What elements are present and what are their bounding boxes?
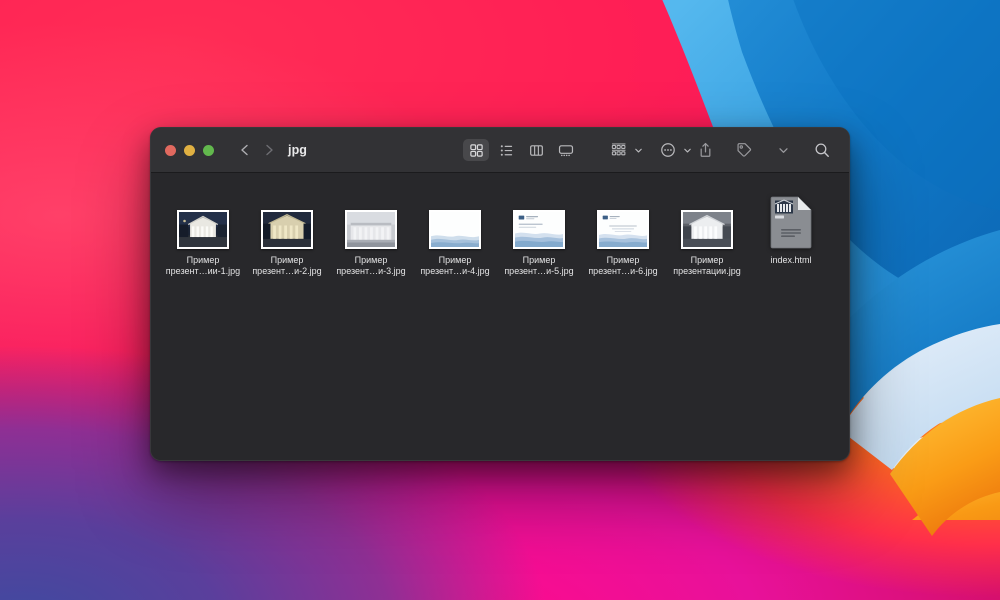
file-label: Пример презент…и-3.jpg xyxy=(329,255,413,277)
photo-thumbnail-building-night xyxy=(177,210,229,249)
navigation-buttons xyxy=(234,139,280,161)
action-menu-button[interactable] xyxy=(655,139,692,161)
file-thumbnail xyxy=(429,191,481,249)
list-view-button[interactable] xyxy=(493,139,519,161)
view-mode-group xyxy=(463,139,579,161)
file-label: Пример презент…ии-1.jpg xyxy=(161,255,245,277)
zoom-button[interactable] xyxy=(203,145,214,156)
html-document-icon xyxy=(770,196,812,249)
chevron-down-icon xyxy=(683,146,692,155)
window-title: jpg xyxy=(288,143,307,157)
photo-thumbnail-building-night xyxy=(261,210,313,249)
group-items-button[interactable] xyxy=(606,139,643,161)
file-thumbnail xyxy=(770,191,812,249)
file-item[interactable]: Пример презент…ии-1.jpg xyxy=(161,191,245,277)
file-item[interactable]: Пример презент…и-6.jpg xyxy=(581,191,665,277)
back-button[interactable] xyxy=(234,139,256,161)
file-thumbnail xyxy=(681,191,733,249)
file-thumbnail xyxy=(597,191,649,249)
file-label: Пример презент…и-4.jpg xyxy=(413,255,497,277)
finder-window[interactable]: jpg xyxy=(150,127,850,461)
gallery-view-button[interactable] xyxy=(553,139,579,161)
chevron-down-icon xyxy=(634,146,643,155)
photo-thumbnail-building-grey xyxy=(681,210,733,249)
file-label: Пример презентации.jpg xyxy=(665,255,749,277)
search-button[interactable] xyxy=(809,139,835,161)
share-button[interactable] xyxy=(692,139,718,161)
file-item[interactable]: Пример презентации.jpg xyxy=(665,191,749,277)
file-label: Пример презент…и-6.jpg xyxy=(581,255,665,277)
photo-thumbnail-slide-title xyxy=(513,210,565,249)
forward-button[interactable] xyxy=(258,139,280,161)
finder-content-area[interactable]: Пример презент…ии-1.jpg xyxy=(151,173,849,461)
photo-thumbnail-building-grey xyxy=(345,210,397,249)
file-item[interactable]: index.html xyxy=(749,191,833,277)
file-thumbnail xyxy=(345,191,397,249)
file-label: index.html xyxy=(749,255,833,266)
file-thumbnail xyxy=(513,191,565,249)
toolbar-right-group xyxy=(692,139,835,161)
traffic-lights xyxy=(165,145,214,156)
column-view-button[interactable] xyxy=(523,139,549,161)
minimize-button[interactable] xyxy=(184,145,195,156)
icon-view-button[interactable] xyxy=(463,139,489,161)
file-item[interactable]: Пример презент…и-4.jpg xyxy=(413,191,497,277)
file-thumbnail xyxy=(177,191,229,249)
window-titlebar: jpg xyxy=(151,128,849,173)
tag-button[interactable] xyxy=(731,139,757,161)
toolbar-menus xyxy=(606,139,692,161)
photo-thumbnail-slide-blank xyxy=(429,210,481,249)
ellipsis-circle-icon xyxy=(655,139,681,161)
icon-grid: Пример презент…ии-1.jpg xyxy=(161,191,839,287)
file-item[interactable]: Пример презент…и-3.jpg xyxy=(329,191,413,277)
file-item[interactable]: Пример презент…и-5.jpg xyxy=(497,191,581,277)
file-label: Пример презент…и-2.jpg xyxy=(245,255,329,277)
file-label: Пример презент…и-5.jpg xyxy=(497,255,581,277)
desktop: jpg xyxy=(0,0,1000,600)
group-items-icon xyxy=(606,139,632,161)
more-toolbar-button[interactable] xyxy=(770,139,796,161)
photo-thumbnail-slide-text xyxy=(597,210,649,249)
close-button[interactable] xyxy=(165,145,176,156)
file-item[interactable]: Пример презент…и-2.jpg xyxy=(245,191,329,277)
file-thumbnail xyxy=(261,191,313,249)
